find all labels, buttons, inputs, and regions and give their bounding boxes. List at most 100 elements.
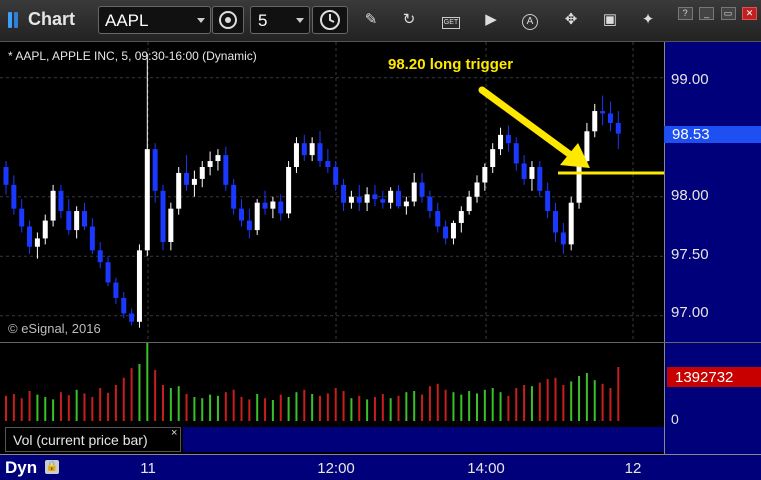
- candle-body: [348, 196, 354, 203]
- candle-body: [168, 208, 174, 242]
- volume-bar: [405, 392, 408, 421]
- volume-bar: [130, 368, 133, 421]
- interval-select[interactable]: 5: [250, 6, 310, 34]
- tools-icon[interactable]: ✥: [561, 10, 581, 30]
- candle-body: [262, 202, 268, 209]
- tag-icon[interactable]: ▣: [600, 10, 620, 30]
- last-price-label: 98.53: [672, 126, 710, 143]
- volume-bar: [326, 393, 329, 421]
- alert-button[interactable]: A: [520, 10, 540, 30]
- get-icon: GET: [442, 17, 460, 29]
- volume-bar: [99, 388, 102, 421]
- candle-body: [560, 232, 566, 245]
- volume-bar: [83, 393, 86, 421]
- close-study-button[interactable]: ×: [171, 427, 177, 439]
- candle-body: [19, 208, 25, 227]
- candle-body: [537, 167, 543, 191]
- chevron-down-icon[interactable]: [296, 18, 304, 23]
- volume-bar: [507, 395, 510, 421]
- price-chart-panel[interactable]: 99.00 98.00 97.50 97.00 98.53 * AAPL, AP…: [0, 42, 761, 342]
- candle-body: [545, 190, 551, 212]
- candle-body: [309, 143, 315, 156]
- candle-body: [607, 113, 613, 123]
- lock-icon[interactable]: 🔒: [45, 460, 59, 474]
- volume-bar: [67, 395, 70, 421]
- volume-bar: [279, 394, 282, 421]
- get-button[interactable]: GET: [441, 10, 461, 30]
- copyright-label: © eSignal, 2016: [8, 321, 101, 336]
- candle-body: [458, 211, 464, 223]
- volume-bar: [201, 398, 204, 421]
- symbol-input[interactable]: AAPL: [98, 6, 211, 34]
- candle-body: [129, 313, 135, 322]
- trigger-annotation: 98.20 long trigger: [388, 56, 514, 73]
- volume-bar: [413, 391, 416, 421]
- volume-bar: [428, 386, 431, 421]
- volume-bar: [491, 388, 494, 421]
- volume-bar: [570, 381, 573, 421]
- volume-bar: [452, 392, 455, 421]
- candle-body: [435, 211, 441, 227]
- symbol-settings-button[interactable]: [212, 6, 244, 34]
- candle-body: [286, 167, 292, 214]
- volume-bar: [12, 394, 15, 421]
- volume-legend[interactable]: Vol (current price bar): [5, 427, 181, 452]
- volume-panel[interactable]: 0 1392732 Vol (current price bar) ×: [0, 342, 761, 455]
- candle-body: [427, 196, 433, 212]
- candle-body: [121, 297, 127, 314]
- close-button[interactable]: ✕: [742, 7, 757, 20]
- candle-body: [89, 226, 95, 251]
- volume-bar: [373, 397, 376, 421]
- volume-bar: [546, 379, 549, 421]
- candle-body: [600, 111, 606, 114]
- volume-bar: [5, 395, 7, 421]
- volume-zero-label: 0: [671, 411, 679, 427]
- chevron-down-icon[interactable]: [197, 18, 205, 23]
- price-scale[interactable]: 99.00 98.00 97.50 97.00: [664, 42, 761, 342]
- time-tick-label: 11: [140, 460, 156, 477]
- volume-bar: [114, 385, 117, 421]
- candle-body: [246, 220, 252, 231]
- volume-bar: [177, 386, 180, 421]
- candle-body: [584, 131, 590, 162]
- candle-body: [592, 111, 598, 132]
- price-tick-label: 97.50: [671, 246, 709, 263]
- pencil-icon[interactable]: ✎: [361, 10, 381, 30]
- volume-bar: [52, 399, 55, 421]
- volume-bar: [240, 397, 243, 421]
- time-axis[interactable]: Dyn 🔒 11 12:00 14:00 12: [0, 454, 761, 480]
- volume-bar: [562, 385, 565, 421]
- volume-bar: [75, 389, 78, 421]
- price-tick-label: 99.00: [671, 71, 709, 88]
- candle-body: [411, 182, 417, 202]
- candle-body: [66, 211, 72, 231]
- volume-bar: [256, 394, 259, 421]
- time-tick-label: 12: [624, 460, 642, 477]
- refresh-icon[interactable]: ↻: [399, 10, 419, 30]
- candle-body: [184, 172, 190, 185]
- candle-body: [191, 178, 197, 185]
- volume-bar: [107, 392, 110, 421]
- volume-bar: [271, 400, 274, 421]
- candle-body: [513, 143, 519, 164]
- time-template-button[interactable]: [312, 6, 348, 34]
- chart-app-icon: [8, 12, 24, 28]
- help-button[interactable]: ?: [677, 7, 693, 20]
- play-icon[interactable]: ▶: [481, 10, 501, 30]
- candle-body: [82, 211, 87, 227]
- candle-body: [231, 184, 237, 209]
- volume-bar: [515, 388, 518, 421]
- minimize-button[interactable]: _: [699, 7, 715, 20]
- candle-body: [144, 149, 150, 251]
- time-tick-label: 12:00: [317, 460, 355, 477]
- clock-icon: [320, 10, 340, 30]
- candle-body: [11, 184, 17, 209]
- candle-body: [521, 163, 527, 179]
- twitter-icon[interactable]: ✦: [638, 10, 658, 30]
- candle-body: [325, 161, 331, 167]
- candle-body: [450, 222, 456, 239]
- maximize-button[interactable]: ▭: [720, 7, 736, 20]
- volume-bar: [444, 389, 447, 421]
- candle-body: [215, 155, 221, 162]
- interval-value: 5: [258, 11, 268, 30]
